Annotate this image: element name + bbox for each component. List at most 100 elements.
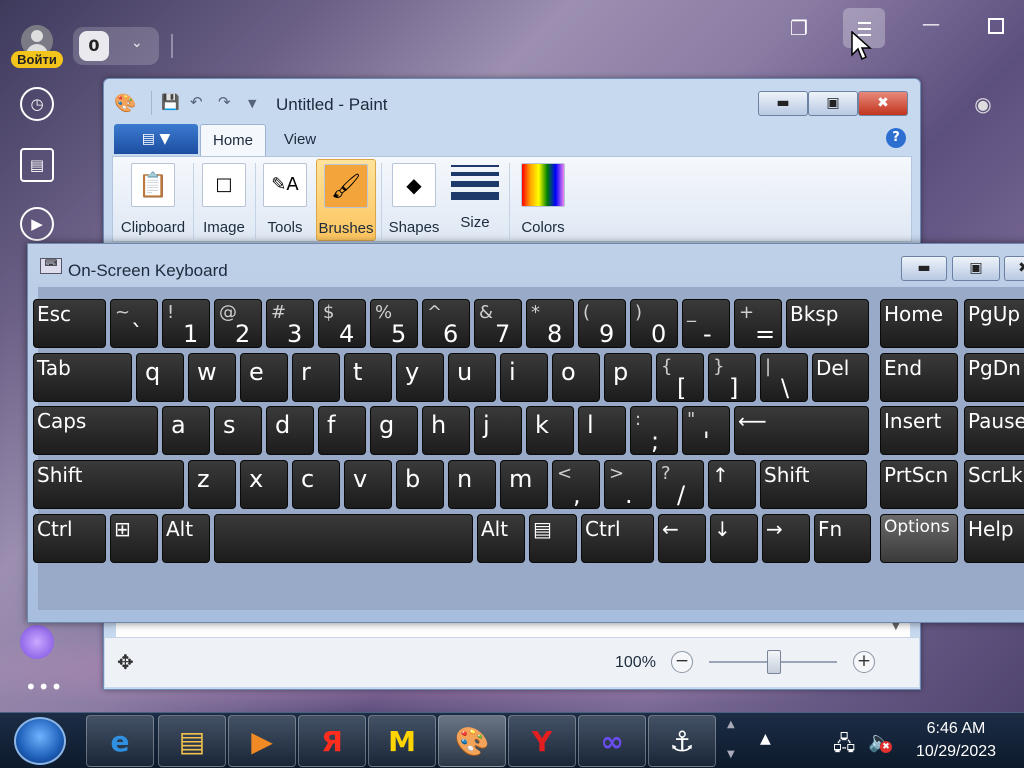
- taskbar-yandex-icon[interactable]: Я: [298, 715, 366, 767]
- close-button[interactable]: ✖: [858, 91, 908, 116]
- key-u410[interactable]: ) 0: [630, 299, 678, 348]
- key-Bksp[interactable]: Bksp: [786, 299, 869, 348]
- save-icon[interactable]: 💾: [161, 93, 180, 111]
- key-Home[interactable]: Home: [880, 299, 958, 348]
- key-p[interactable]: p: [604, 353, 652, 402]
- key-Shift[interactable]: Shift: [33, 460, 184, 509]
- key-u8592[interactable]: ←: [658, 514, 706, 563]
- key-f[interactable]: f: [318, 406, 366, 455]
- key-u8594[interactable]: →: [762, 514, 810, 563]
- key-u375[interactable]: % 5: [370, 299, 418, 348]
- brushes-group[interactable]: 🖌 Brushes: [316, 159, 376, 241]
- key-k[interactable]: k: [526, 406, 574, 455]
- key-i[interactable]: i: [500, 353, 548, 402]
- key-u62u46[interactable]: >.: [604, 460, 652, 509]
- key-d[interactable]: d: [266, 406, 314, 455]
- key-u946[interactable]: ^ 6: [422, 299, 470, 348]
- key-v[interactable]: v: [344, 460, 392, 509]
- image-group[interactable]: □ Image: [197, 159, 251, 241]
- tab-home[interactable]: Home: [200, 124, 266, 157]
- key-x[interactable]: x: [240, 460, 288, 509]
- key-Caps[interactable]: Caps: [33, 406, 158, 455]
- key-g[interactable]: g: [370, 406, 418, 455]
- key-u8595[interactable]: ↓: [710, 514, 758, 563]
- key-u[interactable]: u: [448, 353, 496, 402]
- key-u387[interactable]: & 7: [474, 299, 522, 348]
- key-b[interactable]: b: [396, 460, 444, 509]
- key-u123u91[interactable]: {[: [656, 353, 704, 402]
- key-h[interactable]: h: [422, 406, 470, 455]
- key-u409[interactable]: (9: [578, 299, 626, 348]
- paint-file-menu-button[interactable]: ▤ ▼: [114, 124, 198, 154]
- key-w[interactable]: w: [188, 353, 236, 402]
- key-u43u61[interactable]: + =: [734, 299, 782, 348]
- key-j[interactable]: j: [474, 406, 522, 455]
- key-s[interactable]: s: [214, 406, 262, 455]
- key-Alt[interactable]: Alt: [477, 514, 525, 563]
- key-u428[interactable]: * 8: [526, 299, 574, 348]
- key-Del[interactable]: Del: [812, 353, 869, 402]
- more-icon[interactable]: •••: [25, 675, 63, 699]
- key-PrtScn[interactable]: PrtScn: [880, 460, 958, 509]
- key-Pause[interactable]: Pause: [964, 406, 1024, 455]
- key-space[interactable]: [214, 514, 473, 563]
- minimize-button[interactable]: ▬: [758, 91, 808, 116]
- key-u8593[interactable]: ↑: [708, 460, 756, 509]
- network-icon[interactable]: 🖧: [833, 729, 855, 763]
- key-Help[interactable]: Help: [964, 514, 1024, 563]
- zoom-out-button[interactable]: −: [671, 651, 693, 673]
- key-Insert[interactable]: Insert: [880, 406, 958, 455]
- redo-icon[interactable]: ↷: [218, 93, 231, 111]
- tab-counter-button[interactable]: 0 ⌄: [73, 27, 159, 65]
- taskbar-world-of-warships-icon[interactable]: ⚓: [648, 715, 716, 767]
- paint-app-icon[interactable]: 🎨: [114, 93, 136, 114]
- key-u125u93[interactable]: }]: [708, 353, 756, 402]
- zoom-slider-thumb[interactable]: [767, 650, 781, 674]
- key-c[interactable]: c: [292, 460, 340, 509]
- show-hidden-icons[interactable]: ▲: [760, 731, 771, 747]
- taskbar-media-player-icon[interactable]: ▶: [228, 715, 296, 767]
- key-PgDn[interactable]: PgDn: [964, 353, 1024, 402]
- key-u331[interactable]: ! 1: [162, 299, 210, 348]
- key-u353[interactable]: #3: [266, 299, 314, 348]
- key-Options[interactable]: Options: [880, 514, 958, 563]
- key-u124u92[interactable]: | \: [760, 353, 808, 402]
- tab-view[interactable]: View: [270, 124, 330, 157]
- key-u34u39[interactable]: " ': [682, 406, 730, 455]
- taskbar-file-explorer-icon[interactable]: ▤: [158, 715, 226, 767]
- key-Esc[interactable]: Esc: [33, 299, 106, 348]
- key-Fn[interactable]: Fn: [814, 514, 871, 563]
- customize-quick-access-icon[interactable]: ▼: [248, 97, 256, 110]
- minimize-window-icon[interactable]: —: [922, 14, 940, 35]
- key-q[interactable]: q: [136, 353, 184, 402]
- key-ScrLk[interactable]: ScrLk: [964, 460, 1024, 509]
- clipboard-group[interactable]: 📋 Clipboard: [117, 159, 189, 241]
- key-PgUp[interactable]: PgUp: [964, 299, 1024, 348]
- key-u9636[interactable]: ▤: [529, 514, 577, 563]
- key-t[interactable]: t: [344, 353, 392, 402]
- key-u63u47[interactable]: ? /: [656, 460, 704, 509]
- key-Shift[interactable]: Shift: [760, 460, 867, 509]
- size-group[interactable]: Size: [447, 159, 503, 241]
- maximize-window-icon[interactable]: [988, 18, 1004, 34]
- clock-time[interactable]: 6:46 AM: [906, 720, 1006, 738]
- taskbar-internet-explorer-icon[interactable]: e: [86, 715, 154, 767]
- key-u60u44[interactable]: <,: [552, 460, 600, 509]
- key-m[interactable]: m: [500, 460, 548, 509]
- key-z[interactable]: z: [188, 460, 236, 509]
- osk-close-button[interactable]: ✖: [1004, 256, 1024, 281]
- osk-minimize-button[interactable]: ▬: [901, 256, 947, 281]
- undo-icon[interactable]: ↶: [190, 93, 203, 111]
- key-u10229[interactable]: ⟵: [734, 406, 869, 455]
- key-u8862[interactable]: ⊞: [110, 514, 158, 563]
- key-o[interactable]: o: [552, 353, 600, 402]
- key-End[interactable]: End: [880, 353, 958, 402]
- key-r[interactable]: r: [292, 353, 340, 402]
- help-icon[interactable]: ?: [886, 128, 906, 148]
- colors-group[interactable]: Colors: [513, 159, 573, 241]
- taskbar-yandex-market-icon[interactable]: M: [368, 715, 436, 767]
- taskbar-paint-icon[interactable]: 🎨: [438, 715, 506, 767]
- taskbar-yandex-browser-icon[interactable]: Y: [508, 715, 576, 767]
- key-u126u96[interactable]: ~ `: [110, 299, 158, 348]
- video-icon[interactable]: ▶: [20, 207, 54, 241]
